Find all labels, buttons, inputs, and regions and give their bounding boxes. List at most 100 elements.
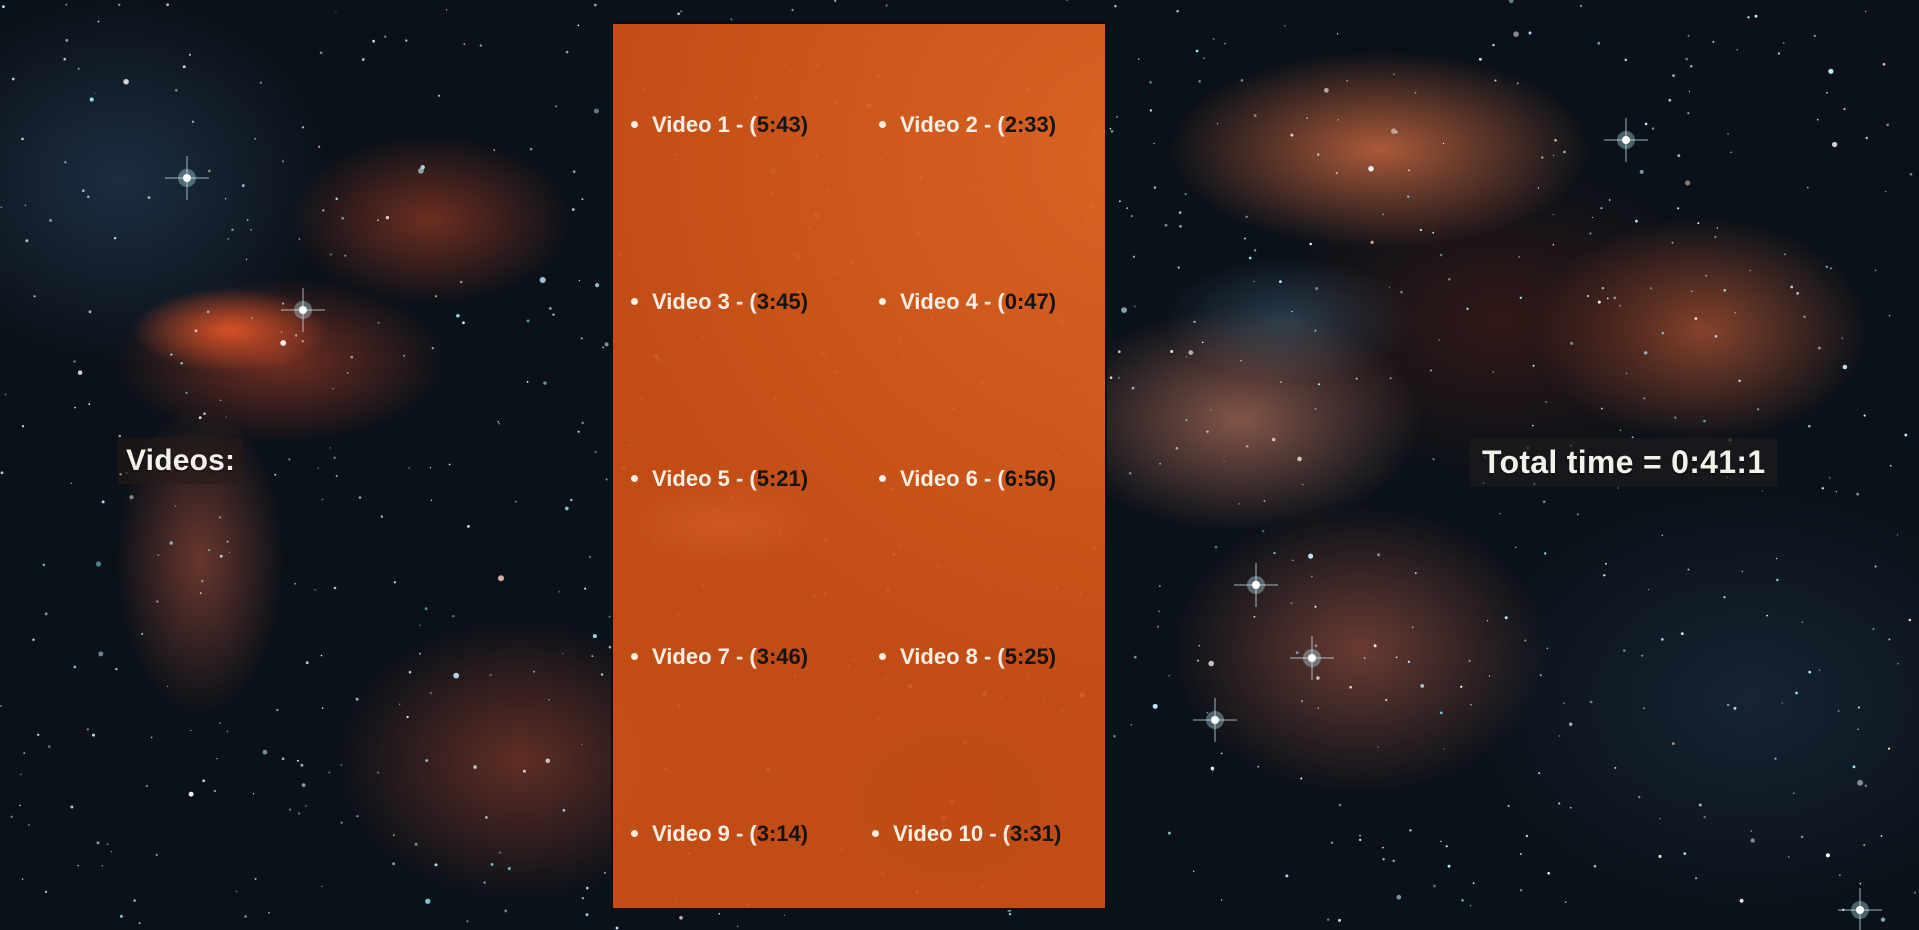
star	[1600, 206, 1603, 210]
star	[418, 168, 424, 174]
star	[213, 789, 217, 793]
star	[1243, 237, 1246, 240]
star	[1381, 846, 1384, 849]
star	[1888, 314, 1891, 317]
star	[1158, 585, 1161, 588]
list-item[interactable]: Video 8 - (5:25)	[879, 644, 1056, 670]
star	[1346, 80, 1348, 82]
star	[1842, 364, 1848, 370]
list-item[interactable]: Video 3 - (3:45)	[631, 289, 808, 315]
star	[117, 3, 121, 7]
list-item[interactable]: Video 9 - (3:14)	[631, 821, 808, 847]
star	[92, 733, 95, 737]
star	[1314, 407, 1317, 410]
star	[1589, 700, 1593, 704]
star	[297, 812, 301, 815]
star	[526, 319, 530, 323]
bright-star	[1290, 636, 1334, 680]
star	[1519, 852, 1522, 856]
star	[1203, 57, 1205, 60]
star	[730, 18, 733, 21]
star	[1801, 621, 1804, 624]
star	[244, 915, 247, 918]
star	[529, 147, 533, 151]
star	[885, 4, 888, 7]
star	[1498, 512, 1501, 515]
star	[64, 161, 67, 164]
star	[1193, 320, 1196, 323]
star	[1739, 898, 1744, 903]
star	[1597, 300, 1601, 304]
star	[28, 823, 30, 826]
star	[1872, 627, 1875, 630]
star	[1825, 265, 1829, 269]
list-item[interactable]: Video 4 - (0:47)	[879, 289, 1056, 315]
star	[1292, 559, 1294, 562]
star	[1504, 616, 1508, 620]
star	[1363, 657, 1366, 659]
star	[1914, 891, 1917, 894]
star	[174, 505, 177, 507]
star	[1468, 659, 1471, 663]
star	[166, 685, 169, 688]
star	[1178, 211, 1182, 215]
star	[1831, 141, 1838, 148]
star	[448, 463, 451, 466]
list-item[interactable]: Video 5 - (5:21)	[631, 466, 808, 492]
star	[250, 316, 253, 319]
list-item[interactable]: Video 7 - (3:46)	[631, 644, 808, 670]
star	[1750, 838, 1755, 843]
bullet-icon	[879, 652, 886, 660]
bright-star	[1193, 698, 1237, 742]
star	[452, 615, 455, 618]
star	[485, 816, 488, 819]
star	[479, 44, 482, 47]
video-list: Video 1 - (5:43) Video 2 - (2:33) Video …	[613, 24, 1105, 908]
star	[1253, 114, 1257, 118]
star	[1576, 513, 1579, 516]
star	[1280, 381, 1282, 384]
star	[1525, 834, 1529, 838]
star	[1469, 904, 1472, 907]
star	[1317, 707, 1319, 709]
star	[288, 808, 292, 811]
star	[1787, 856, 1790, 858]
star	[1297, 456, 1302, 462]
star	[385, 215, 390, 220]
star	[157, 554, 160, 557]
star	[218, 516, 222, 519]
video-title: Video 4	[900, 289, 978, 314]
star	[1859, 882, 1862, 885]
list-item[interactable]: Video 2 - (2:33)	[879, 112, 1056, 138]
star	[113, 237, 117, 240]
video-duration: (5:21)	[749, 466, 809, 491]
star	[1492, 43, 1495, 47]
star	[1579, 4, 1583, 8]
star	[1687, 112, 1690, 115]
star	[1429, 369, 1433, 372]
list-item[interactable]: Video 1 - (5:43)	[631, 112, 808, 138]
star	[425, 759, 429, 762]
star	[87, 195, 90, 199]
star	[241, 184, 245, 188]
star	[526, 381, 529, 383]
star	[1407, 195, 1410, 198]
video-duration: (5:43)	[749, 112, 809, 137]
star	[1908, 618, 1912, 622]
star	[147, 196, 151, 200]
video-title: Video 7	[652, 644, 730, 669]
star	[1532, 364, 1535, 367]
star	[1433, 884, 1436, 888]
star	[356, 815, 359, 818]
star	[361, 58, 365, 61]
list-item[interactable]: Video 10 - (3:31)	[872, 821, 1061, 847]
star	[145, 784, 148, 788]
list-item[interactable]: Video 6 - (6:56)	[879, 466, 1056, 492]
star	[1597, 41, 1601, 45]
video-duration: (2:33)	[997, 112, 1057, 137]
star	[1109, 376, 1113, 379]
star	[507, 867, 511, 871]
star	[1176, 9, 1179, 13]
star	[282, 160, 285, 163]
star	[1863, 844, 1866, 847]
